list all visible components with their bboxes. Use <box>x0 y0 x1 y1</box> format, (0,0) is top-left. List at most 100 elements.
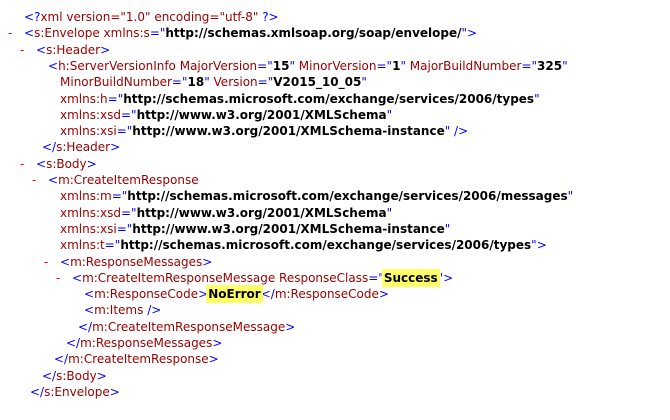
xml-markup: =" <box>107 91 124 106</box>
xml-markup: =" <box>121 205 137 220</box>
xml-markup: > <box>100 42 111 57</box>
xml-markup: < <box>84 287 95 302</box>
xml-attribute-name: xmlns:xsi <box>60 221 117 236</box>
xml-markup: > <box>285 319 296 334</box>
xml-markup: < <box>48 173 59 187</box>
xml-markup: " <box>386 107 393 122</box>
xml-markup: </ <box>260 287 275 302</box>
xml-markup: " <box>361 75 367 90</box>
xml-markup: < <box>72 270 83 285</box>
xml-markup: =" <box>121 107 137 122</box>
xml-value: http://www.w3.org/2001/XMLSchema <box>136 205 387 220</box>
xml-tag-name: m:CreateItemResponseMessage <box>92 319 286 334</box>
xml-value: http://www.w3.org/2001/XMLSchema <box>136 107 387 122</box>
xml-attribute-name: xmlns:xsi <box>60 124 117 139</box>
xml-value: http://schemas.microsoft.com/exchange/se… <box>127 189 568 204</box>
xml-line: <?xml version="1.0" encoding="utf-8" ?> <box>24 9 279 25</box>
xml-line: xmlns:t="http://schemas.microsoft.com/ex… <box>60 237 547 253</box>
xml-tag-name: m:CreateItemResponse <box>68 352 209 367</box>
xml-markup: =" <box>111 189 128 204</box>
xml-markup: ?> <box>262 10 279 24</box>
xml-markup: " <box>289 58 299 73</box>
xml-tag-name: s:Envelope <box>34 26 104 41</box>
xml-line: <m:Items /> <box>84 302 161 318</box>
xml-line: </s:Envelope> <box>30 384 120 400</box>
xml-markup: > <box>86 156 97 171</box>
collapse-toggle-icon[interactable]: - <box>8 25 12 41</box>
xml-line: </s:Header> <box>42 139 120 155</box>
xml-value: http://schemas.xmlsoap.org/soap/envelope… <box>165 26 462 41</box>
xml-line: xmlns:xsi="http://www.w3.org/2001/XMLSch… <box>60 221 450 237</box>
xml-tag-name: s:Envelope <box>44 384 110 399</box>
xml-line: xmlns:xsd="http://www.w3.org/2001/XMLSch… <box>60 205 392 221</box>
xml-markup: " <box>562 58 568 73</box>
xml-tag-name: xml version="1.0" encoding="utf-8" <box>40 10 263 24</box>
xml-value: http://www.w3.org/2001/XMLSchema-instanc… <box>132 221 445 236</box>
xml-markup: > <box>378 287 389 302</box>
xml-markup: =" <box>257 58 273 73</box>
xml-markup: " <box>386 205 393 220</box>
xml-attribute-name: xmlns:t <box>60 238 105 253</box>
xml-attribute-name: xmlns:h <box>60 91 108 106</box>
xml-markup: < <box>48 58 59 73</box>
collapse-toggle-icon[interactable]: - <box>44 254 48 270</box>
xml-markup: < <box>24 26 35 41</box>
xml-line: </m:CreateItemResponse> <box>54 351 219 367</box>
collapse-toggle-icon[interactable]: - <box>56 270 60 286</box>
xml-tag-name: s:Header <box>56 140 111 155</box>
xml-markup: " /> <box>444 124 469 139</box>
xml-markup: > <box>109 384 120 399</box>
xml-line: xmlns:xsd="http://www.w3.org/2001/XMLSch… <box>60 107 392 123</box>
xml-markup: =" <box>104 238 121 253</box>
xml-tag-name: m:CreateItemResponseMessage <box>82 270 280 285</box>
xml-markup: > <box>110 140 121 155</box>
collapse-toggle-icon[interactable]: - <box>32 172 36 188</box>
xml-markup: </ <box>30 384 45 399</box>
xml-line: <h:ServerVersionInfo MajorVersion="15" M… <box>48 58 568 74</box>
highlighted-value: NoError <box>206 285 263 304</box>
xml-markup: > <box>208 352 219 367</box>
xml-value: 325 <box>537 58 563 73</box>
xml-markup: =" <box>368 270 384 285</box>
xml-attribute-name: ResponseClass <box>279 270 369 285</box>
xml-markup: > <box>198 287 209 302</box>
xml-markup: "> <box>437 270 454 285</box>
xml-markup: < <box>84 303 95 318</box>
xml-line: </s:Body> <box>42 368 107 384</box>
xml-markup: =" <box>257 75 274 90</box>
xml-tag-name: m:Items <box>94 303 148 318</box>
xml-tag-name: m:ResponseCode <box>94 287 199 302</box>
collapse-toggle-icon[interactable]: - <box>20 156 24 172</box>
xml-markup: </ <box>54 352 69 367</box>
xml-attribute-name: MajorVersion <box>179 58 258 73</box>
xml-tag-name: s:Body <box>46 156 87 171</box>
xml-value: 15 <box>272 58 290 73</box>
xml-markup: =" <box>149 26 166 41</box>
xml-markup: </ <box>66 336 81 350</box>
xml-line: - <s:Header> <box>20 42 111 58</box>
xml-markup: <? <box>24 10 41 24</box>
xml-tag-name: m:ResponseCode <box>274 287 379 302</box>
xml-line: MinorBuildNumber="18" Version="V2015_10_… <box>60 74 367 90</box>
xml-attribute-name: MajorBuildNumber <box>409 58 522 73</box>
highlighted-value: Success <box>381 268 440 287</box>
xml-markup: " <box>534 91 540 106</box>
xml-line: xmlns:m="http://schemas.microsoft.com/ex… <box>60 188 573 204</box>
xml-attribute-name: MinorVersion <box>298 58 377 73</box>
xml-viewer: <?xml version="1.0" encoding="utf-8" ?> -… <box>0 0 670 420</box>
xml-markup: =" <box>116 124 133 139</box>
xml-attribute-name: xmlns:s <box>103 26 150 41</box>
xml-attribute-name: Version <box>213 75 258 90</box>
xml-tag-name: m:ResponseMessages <box>80 336 213 350</box>
xml-line: - <m:ResponseMessages> <box>44 254 212 270</box>
xml-line: - <s:Envelope xmlns:s="http://schemas.xml… <box>8 25 477 41</box>
xml-value: V2015_10_05 <box>273 75 362 90</box>
xml-markup: " <box>567 189 574 204</box>
collapse-toggle-icon[interactable]: - <box>20 42 24 58</box>
xml-markup: </ <box>42 140 57 155</box>
xml-tag-name: m:CreateItemResponse <box>58 173 199 187</box>
xml-line: <m:ResponseCode>NoError</m:ResponseCode> <box>84 285 389 304</box>
xml-markup: > <box>212 336 223 350</box>
xml-line: xmlns:h="http://schemas.microsoft.com/ex… <box>60 91 540 107</box>
xml-markup: "> <box>531 238 547 253</box>
